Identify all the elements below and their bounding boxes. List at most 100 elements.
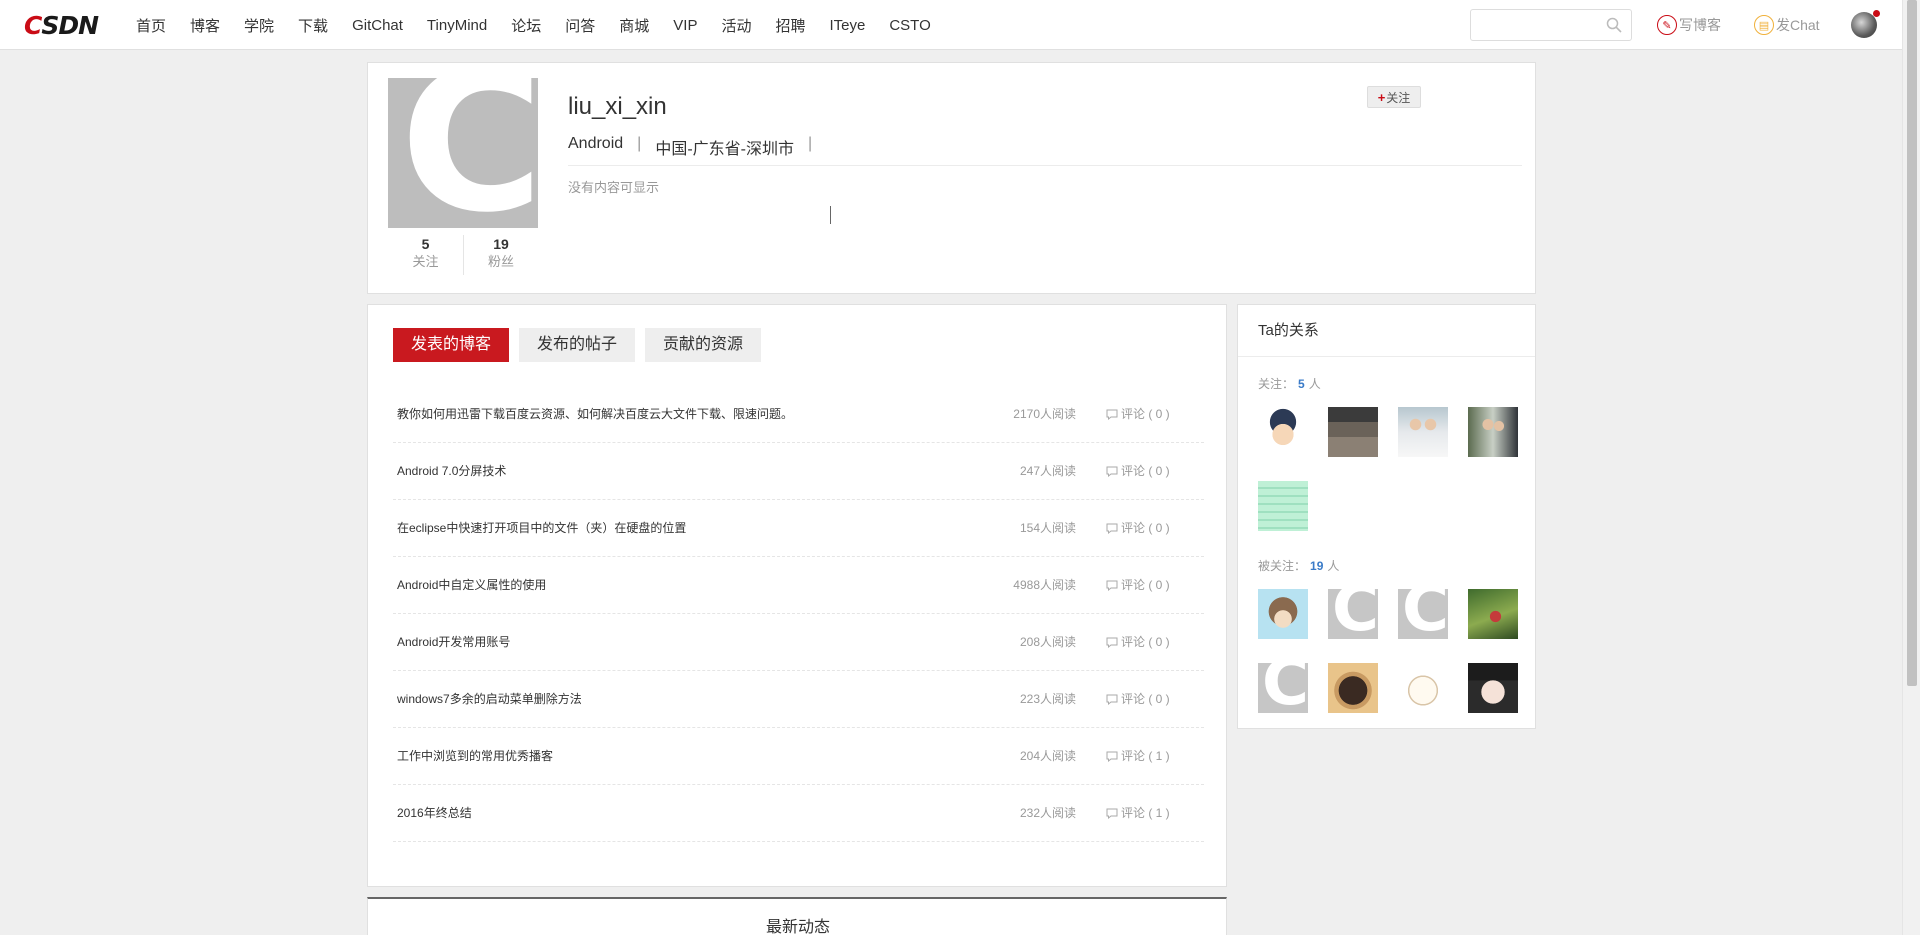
csdn-logo[interactable]: C SDN (24, 11, 99, 40)
avatar-default-c[interactable]: C (1328, 589, 1378, 639)
post-title-link[interactable]: 在eclipse中快速打开项目中的文件（夹）在硬盘的位置 (397, 500, 686, 557)
main-nav: 首页 博客 学院 下载 GitChat TinyMind 论坛 问答 商城 VI… (124, 0, 943, 50)
tab-posts[interactable]: 发布的帖子 (519, 328, 636, 362)
nav-mall[interactable]: 商城 (619, 15, 649, 36)
blog-list: 教你如何用迅雷下载百度云资源、如何解决百度云大文件下载、限速问题。 2170人阅读… (393, 386, 1204, 842)
nav-home[interactable]: 首页 (136, 15, 166, 36)
list-item: Android 7.0分屏技术 247人阅读 评论 ( 0 ) (393, 443, 1204, 500)
avatar-outdoor-photo[interactable] (1468, 589, 1518, 639)
fans-avatar-grid: CCC (1258, 589, 1518, 713)
post-comments-link[interactable]: 评论 ( 0 ) (1106, 614, 1170, 671)
post-comments-link[interactable]: 评论 ( 0 ) (1106, 500, 1170, 557)
list-item: Android中自定义属性的使用 4988人阅读 评论 ( 0 ) (393, 557, 1204, 614)
nav-gitchat[interactable]: GitChat (352, 17, 403, 34)
nav-events[interactable]: 活动 (721, 15, 751, 36)
page-scrollbar[interactable] (1902, 0, 1920, 935)
following-label: 关注 (412, 254, 439, 269)
post-title-link[interactable]: windows7多余的启动菜单删除方法 (397, 671, 582, 728)
notification-dot (1873, 10, 1880, 17)
nav-csto[interactable]: CSTO (889, 17, 930, 34)
search-box (1470, 9, 1632, 41)
tab-resources[interactable]: 贡献的资源 (645, 328, 762, 362)
post-comments-link[interactable]: 评论 ( 0 ) (1106, 557, 1170, 614)
following-heading: 关注： 5 人 (1258, 375, 1321, 392)
post-reads: 223人阅读 (1019, 692, 1076, 706)
follow-button[interactable]: + 关注 (1367, 86, 1421, 108)
relations-title: Ta的关系 (1238, 305, 1535, 357)
post-comments-link[interactable]: 评论 ( 1 ) (1106, 785, 1170, 842)
nav-iteye[interactable]: ITeye (829, 17, 865, 34)
avatar-letter: C (1332, 589, 1378, 639)
nav-academy[interactable]: 学院 (244, 15, 274, 36)
fans-count[interactable]: 19 粉丝 (463, 235, 538, 275)
avatar-default-c[interactable]: C (1258, 663, 1308, 713)
post-reads: 208人阅读 (1019, 635, 1076, 649)
post-title-link[interactable]: Android 7.0分屏技术 (397, 443, 506, 500)
nav-jobs[interactable]: 招聘 (775, 15, 805, 36)
post-comments-link[interactable]: 评论 ( 0 ) (1106, 443, 1170, 500)
scrollbar-thumb[interactable] (1907, 0, 1917, 686)
list-item: windows7多余的启动菜单删除方法 223人阅读 评论 ( 0 ) (393, 671, 1204, 728)
post-comments: 评论 ( 0 ) (1121, 578, 1170, 592)
avatar-girl-glasses[interactable] (1468, 663, 1518, 713)
nav-download[interactable]: 下载 (298, 15, 328, 36)
post-title-link[interactable]: 教你如何用迅雷下载百度云资源、如何解决百度云大文件下载、限速问题。 (397, 386, 793, 443)
profile-field: Android (568, 135, 624, 152)
post-title-link[interactable]: 2016年终总结 (397, 785, 472, 842)
fans-total: 19 (1310, 559, 1324, 573)
info-separator: | (637, 135, 642, 152)
avatar-math-image[interactable] (1258, 481, 1308, 531)
avatar-couple-photo[interactable] (1398, 407, 1448, 457)
profile-card: C 5 关注 19 粉丝 liu_xi_xin Android | 中国-广东省… (367, 62, 1536, 294)
post-comments-link[interactable]: 评论 ( 1 ) (1106, 728, 1170, 785)
comment-icon (1106, 808, 1118, 819)
profile-empty-text: 没有内容可显示 (568, 180, 660, 195)
top-navbar: C SDN 首页 博客 学院 下载 GitChat TinyMind 论坛 问答 … (0, 0, 1902, 50)
fans-prefix: 被关注： (1258, 559, 1307, 573)
following-number: 5 (421, 236, 430, 252)
avatar-bear[interactable] (1328, 663, 1378, 713)
avatar-cartoon-face[interactable] (1398, 663, 1448, 713)
post-title-link[interactable]: 工作中浏览到的常用优秀播客 (397, 728, 553, 785)
search-input[interactable] (1471, 10, 1601, 40)
list-item: 工作中浏览到的常用优秀播客 204人阅读 评论 ( 1 ) (393, 728, 1204, 785)
post-comments-link[interactable]: 评论 ( 0 ) (1106, 671, 1170, 728)
nav-vip[interactable]: VIP (673, 17, 697, 34)
tab-blogs[interactable]: 发表的博客 (393, 328, 510, 362)
comment-icon (1106, 637, 1118, 648)
post-chat-label: 发Chat (1776, 17, 1820, 33)
nav-qa[interactable]: 问答 (565, 15, 595, 36)
avatar-wedding-photo[interactable] (1468, 407, 1518, 457)
write-blog-button[interactable]: ✎ 写博客 (1657, 0, 1721, 50)
avatar-cartoon-boy[interactable] (1258, 407, 1308, 457)
nav-blog[interactable]: 博客 (190, 15, 220, 36)
list-item: 教你如何用迅雷下载百度云资源、如何解决百度云大文件下载、限速问题。 2170人阅读… (393, 386, 1204, 443)
nav-tinymind[interactable]: TinyMind (427, 17, 487, 34)
following-count[interactable]: 5 关注 (388, 235, 463, 275)
post-comments: 评论 ( 0 ) (1121, 464, 1170, 478)
post-title-link[interactable]: Android中自定义属性的使用 (397, 557, 546, 614)
post-comments: 评论 ( 1 ) (1121, 806, 1170, 820)
comment-icon (1106, 580, 1118, 591)
blog-panel: 发表的博客 发布的帖子 贡献的资源 教你如何用迅雷下载百度云资源、如何解决百度云… (367, 304, 1227, 887)
avatar-room-photo[interactable] (1328, 407, 1378, 457)
comment-icon (1106, 751, 1118, 762)
list-item: 2016年终总结 232人阅读 评论 ( 1 ) (393, 785, 1204, 842)
post-comments: 评论 ( 0 ) (1121, 692, 1170, 706)
post-title-link[interactable]: Android开发常用账号 (397, 614, 510, 671)
following-unit: 人 (1308, 377, 1321, 391)
user-avatar[interactable] (1851, 10, 1880, 38)
write-blog-label: 写博客 (1679, 17, 1721, 33)
profile-divider (568, 165, 1522, 166)
nav-forum[interactable]: 论坛 (511, 15, 541, 36)
post-comments-link[interactable]: 评论 ( 0 ) (1106, 386, 1170, 443)
search-icon[interactable] (1606, 17, 1622, 33)
avatar-default-c[interactable]: C (1398, 589, 1448, 639)
post-reads: 232人阅读 (1019, 806, 1076, 820)
chat-icon: ▤ (1754, 15, 1774, 35)
news-card: 最新动态 (367, 897, 1227, 935)
post-comments: 评论 ( 0 ) (1121, 407, 1170, 421)
avatar-monkey[interactable] (1258, 589, 1308, 639)
post-chat-button[interactable]: ▤ 发Chat (1754, 0, 1820, 50)
fans-heading: 被关注： 19 人 (1258, 557, 1339, 574)
